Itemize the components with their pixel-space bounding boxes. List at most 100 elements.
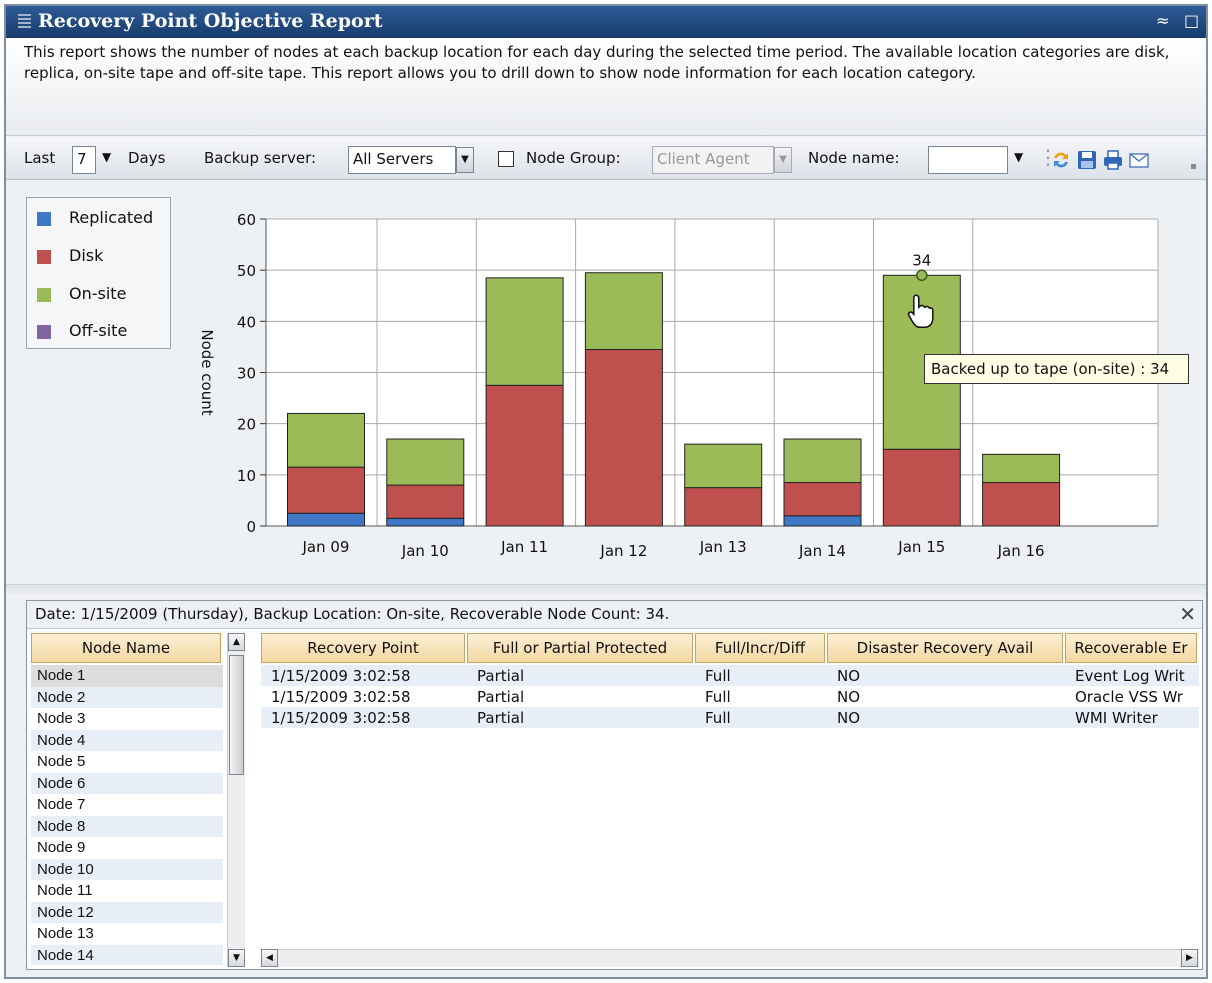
x-tick-label: Jan 13 — [699, 538, 747, 556]
grid-column-header[interactable]: Recovery Point — [261, 633, 465, 663]
scroll-left-icon[interactable]: ◀ — [261, 949, 278, 967]
table-cell: WMI Writer — [1075, 709, 1158, 727]
node-list-item[interactable]: Node 14 — [31, 944, 223, 965]
node-list-item[interactable]: Node 7 — [31, 794, 223, 816]
bar-replicated-jan-09 — [287, 512, 365, 527]
bar-on-site-jan-13 — [684, 443, 763, 489]
x-tick-label: Jan 15 — [897, 538, 945, 556]
collapse-icon[interactable]: ≈ — [1156, 11, 1169, 30]
node-group-dropdown-icon[interactable]: ▼ — [774, 147, 792, 173]
node-list-item[interactable]: Node 10 — [31, 858, 223, 880]
bar-on-site-jan-16 — [982, 453, 1061, 484]
bar-disk-jan-12 — [584, 348, 663, 527]
table-row[interactable]: 1/15/2009 3:02:58 Partial Full NO Oracle VSS… — [261, 686, 1199, 707]
highlight-value-label: 34 — [912, 251, 931, 269]
node-group-checkbox[interactable] — [498, 151, 514, 167]
bar-disk-jan-16 — [982, 482, 1061, 527]
node-list-item[interactable]: Node 12 — [31, 901, 223, 923]
recovery-point-grid: Recovery Point Full or Partial Protected F… — [261, 633, 1199, 967]
table-cell: NO — [837, 688, 861, 706]
print-icon[interactable] — [1102, 149, 1124, 171]
y-tick-label: 20 — [237, 416, 256, 434]
drag-grip-icon[interactable] — [18, 14, 31, 28]
x-tick-label: Jan 14 — [798, 542, 846, 560]
grid-column-header[interactable]: Full/Incr/Diff — [695, 633, 825, 663]
bar-on-site-jan-10 — [386, 438, 465, 486]
title-bar: Recovery Point Objective Report ≈ □ — [6, 6, 1206, 38]
chart-area: Replicated Disk On-site Off-site 0 10 20 30… — [6, 181, 1206, 581]
table-cell: Oracle VSS Wr — [1075, 688, 1183, 706]
pane-splitter[interactable] — [6, 584, 1206, 598]
maximize-icon[interactable]: □ — [1184, 11, 1199, 30]
report-description: This report shows the number of nodes at… — [6, 38, 1206, 136]
backup-server-select[interactable]: All Servers — [348, 146, 456, 174]
grid-column-header[interactable]: Recoverable Er — [1065, 633, 1197, 663]
bar-replicated-jan-10 — [386, 517, 465, 527]
toolbar-overflow-icon[interactable]: ▪ — [1190, 161, 1197, 172]
bar-on-site-jan-14 — [783, 438, 862, 484]
node-name-input[interactable] — [928, 146, 1008, 174]
table-cell: NO — [837, 667, 861, 685]
highlight-marker — [916, 269, 928, 282]
node-list-item[interactable]: Node 8 — [31, 815, 223, 837]
scroll-right-icon[interactable]: ▶ — [1181, 949, 1198, 967]
y-tick-label: 0 — [246, 518, 256, 536]
bar-disk-jan-13 — [684, 487, 763, 527]
table-cell: Partial — [477, 667, 525, 685]
bar-replicated-jan-14 — [783, 515, 862, 527]
close-icon[interactable]: ✕ — [1179, 602, 1196, 626]
node-list-pane: Node Name Node 1 Node 2 Node 3 Node 4 Node 5… — [31, 633, 255, 967]
filter-toolbar: Last 7 ▼ Days Backup server: All Servers… — [6, 137, 1206, 180]
backup-server-dropdown-icon[interactable]: ▼ — [456, 147, 474, 173]
table-row[interactable]: 1/15/2009 3:02:58 Partial Full NO Event Log … — [261, 665, 1199, 686]
email-icon[interactable] — [1128, 149, 1150, 171]
scroll-up-icon[interactable]: ▲ — [228, 633, 245, 651]
node-list-item[interactable]: Node 9 — [31, 837, 223, 859]
table-cell: NO — [837, 709, 861, 727]
node-list-scrollbar[interactable]: ▲ ▼ — [227, 633, 245, 967]
table-cell: 1/15/2009 3:02:58 — [271, 688, 411, 706]
x-tick-label: Jan 16 — [997, 542, 1045, 560]
bar-on-site-jan-11 — [485, 277, 564, 386]
scroll-down-icon[interactable]: ▼ — [228, 949, 245, 967]
node-group-label: Node Group: — [526, 149, 621, 167]
report-panel: Recovery Point Objective Report ≈ □ This… — [4, 4, 1208, 979]
x-tick-label: Jan 10 — [401, 542, 449, 560]
bar-disk-jan-11 — [485, 384, 564, 527]
node-list-item[interactable]: Node 11 — [31, 880, 223, 902]
node-list: Node 1 Node 2 Node 3 Node 4 Node 5 Node 6 Node… — [31, 665, 223, 965]
grid-horizontal-scrollbar[interactable]: ◀ ▶ — [261, 949, 1199, 967]
table-cell: Full — [705, 688, 731, 706]
detail-info-bar: Date: 1/15/2009 (Thursday), Backup Locat… — [27, 601, 1202, 629]
y-axis-label: Node count — [198, 329, 216, 415]
node-name-dropdown-icon[interactable]: ▼ — [1014, 150, 1023, 164]
bar-on-site-jan-09 — [287, 412, 365, 468]
bar-disk-jan-14 — [783, 482, 862, 517]
scrollbar-thumb[interactable] — [229, 655, 244, 775]
node-list-item[interactable]: Node 5 — [31, 751, 223, 773]
detail-info-text: Date: 1/15/2009 (Thursday), Backup Locat… — [35, 605, 670, 623]
table-row[interactable]: 1/15/2009 3:02:58 Partial Full NO WMI Writer — [261, 707, 1199, 728]
node-list-item[interactable]: Node 6 — [31, 772, 223, 794]
days-label: Days — [128, 149, 166, 167]
bar-disk-jan-10 — [386, 484, 465, 519]
node-list-item[interactable]: Node 4 — [31, 729, 223, 751]
node-list-item[interactable]: Node 13 — [31, 923, 223, 945]
save-icon[interactable] — [1076, 149, 1098, 171]
y-tick-label: 10 — [237, 467, 256, 485]
refresh-icon[interactable] — [1050, 149, 1072, 171]
node-list-item[interactable]: Node 1 — [31, 665, 223, 687]
grid-column-header[interactable]: Full or Partial Protected — [467, 633, 693, 663]
last-days-input[interactable]: 7 — [72, 146, 96, 174]
x-tick-label: Jan 09 — [302, 538, 350, 556]
last-label: Last — [24, 149, 56, 167]
table-cell: 1/15/2009 3:02:58 — [271, 667, 411, 685]
node-group-select[interactable]: Client Agent — [652, 146, 774, 174]
last-days-dropdown-icon[interactable]: ▼ — [102, 150, 111, 164]
node-name-column-header[interactable]: Node Name — [31, 633, 221, 663]
node-list-item[interactable]: Node 3 — [31, 708, 223, 730]
bar-disk-jan-09 — [287, 466, 365, 514]
grid-column-header[interactable]: Disaster Recovery Avail — [827, 633, 1063, 663]
node-list-item[interactable]: Node 2 — [31, 686, 223, 708]
table-cell: Partial — [477, 688, 525, 706]
